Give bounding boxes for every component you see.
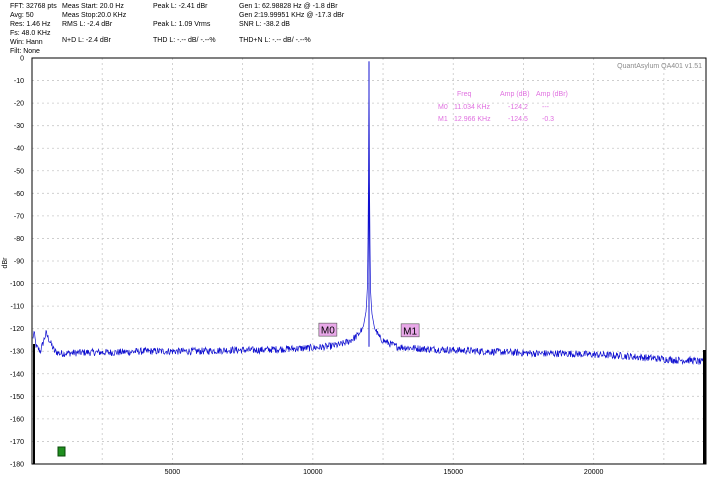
y-tick-label: -130	[10, 349, 24, 356]
marker-label[interactable]: M0	[321, 326, 335, 337]
x-tick-label: 5000	[165, 469, 181, 476]
y-tick-label: -120	[10, 326, 24, 333]
y-tick-label: -180	[10, 462, 24, 469]
marker-label[interactable]: M1	[403, 326, 417, 337]
y-tick-label: -70	[14, 213, 24, 220]
x-tick-label: 10000	[303, 469, 323, 476]
mt-header-freq: Freq	[457, 91, 472, 98]
mt-row0-amp-db: -124.2	[508, 104, 528, 111]
y-tick-label: -100	[10, 281, 24, 288]
y-tick-label: 0	[20, 56, 24, 63]
watermark: QuantAsylum QA401 v1.51	[617, 63, 702, 70]
marker-table: Freq Amp (dB) Amp (dBr) M0 11.034 KHz -1…	[438, 91, 568, 123]
mt-header-amp-dbr: Amp (dBr)	[536, 91, 568, 98]
y-tick-label: -170	[10, 439, 24, 446]
y-tick-label: -110	[11, 304, 25, 311]
y-ticks: 0 -10 -20 -30 -40 -50 -60 -70 -80 -90 -100 -110 -120…	[10, 56, 24, 469]
y-tick-label: -80	[14, 236, 24, 243]
x-ticks: 5000 10000 15000 20000	[165, 469, 604, 476]
x-tick-label: 15000	[444, 469, 464, 476]
y-tick-label: -160	[10, 416, 24, 423]
y-tick-label: -50	[14, 168, 24, 175]
y-axis-label: dBr	[2, 257, 9, 269]
y-tick-label: -20	[14, 101, 24, 108]
left-edge-line	[33, 344, 35, 464]
trace	[32, 61, 706, 365]
mt-row0-amp-dbr: ---	[542, 104, 550, 111]
y-tick-label: -150	[10, 394, 24, 401]
y-tick-label: -10	[14, 78, 24, 85]
y-tick-label: -40	[14, 146, 24, 153]
x-tick-label: 20000	[584, 469, 604, 476]
mt-header-amp-db: Amp (dB)	[500, 91, 530, 98]
right-edge-line	[703, 350, 706, 464]
mt-row0-freq: 11.034 KHz	[454, 104, 491, 111]
mt-row1-label: M1	[438, 116, 448, 123]
mt-row1-amp-dbr: -0.3	[542, 116, 554, 123]
spectrum-chart: 0 -10 -20 -30 -40 -50 -60 -70 -80 -90 -100 -110 -120…	[2, 56, 707, 476]
y-tick-label: -90	[14, 259, 24, 266]
mt-row1-amp-db: -124.5	[508, 116, 528, 123]
mt-row0-label: M0	[438, 104, 448, 111]
y-tick-label: -140	[10, 371, 24, 378]
status-indicator-icon[interactable]	[57, 446, 66, 457]
y-tick-label: -60	[14, 191, 24, 198]
mt-row1-freq: 12.966 KHz	[454, 116, 491, 123]
y-tick-label: -30	[14, 123, 24, 130]
